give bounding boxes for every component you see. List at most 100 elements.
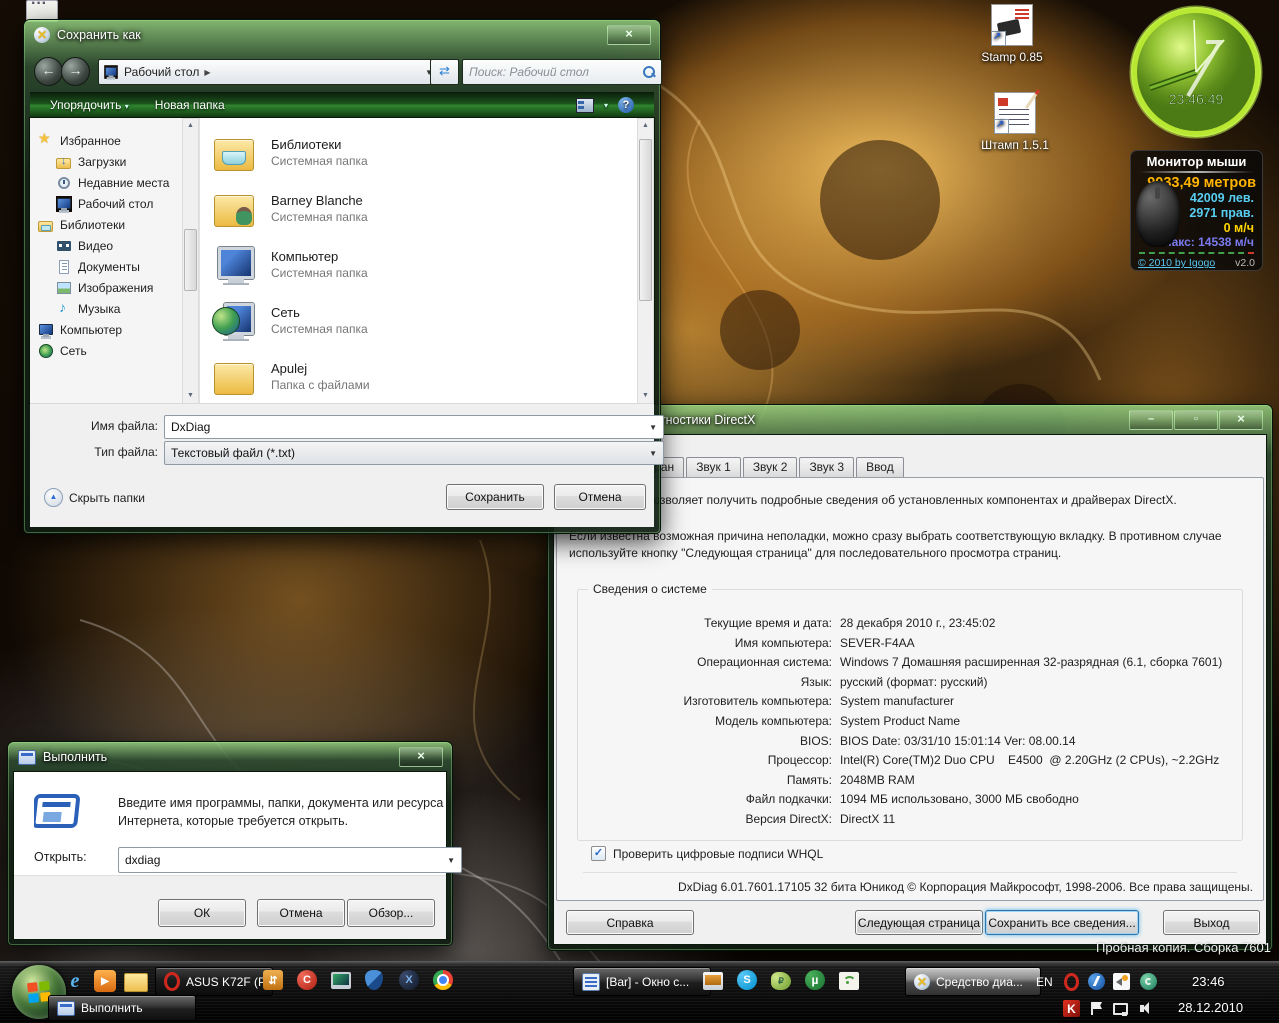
file-list-item[interactable]: Apulej Папка с файлами [200,348,637,404]
breadcrumb-arrow-icon[interactable]: ▶ [204,68,210,77]
maximize-button[interactable] [1174,410,1218,430]
sidebar-item[interactable]: Изображения [38,277,182,298]
whql-checkbox[interactable] [591,846,606,861]
desktop-icon-shtamp[interactable]: Штамп 1.5.1 [965,89,1065,152]
directx-icon[interactable]: X [399,970,419,990]
language-indicator[interactable]: EN [1036,975,1053,989]
scroll-up-icon[interactable]: ▲ [638,119,653,133]
taskbar-date[interactable]: 28.12.2010 [1178,1000,1243,1015]
tray-volume-mixer-icon[interactable] [1113,973,1130,990]
refresh-button[interactable] [430,59,459,85]
scroll-down-icon[interactable]: ▼ [638,389,653,403]
tray-kaspersky-icon[interactable]: K [1063,1000,1080,1017]
minimize-button[interactable] [1129,410,1173,430]
chrome-icon[interactable] [433,970,453,990]
mouse-monitor-gadget[interactable]: Монитор мыши 9033,49 метров 42009 лев. 2… [1130,150,1263,271]
row-value: System manufacturer [840,694,955,709]
organize-button[interactable]: Упорядочить ▾ [50,98,129,112]
forward-button[interactable] [61,57,90,86]
skype-icon[interactable]: S [737,970,757,990]
sidebar-item[interactable]: Документы [38,256,182,277]
tray-network-icon[interactable] [1111,1000,1128,1017]
run-dialog-titlebar[interactable]: Выполнить [8,742,452,772]
taskbar-button-asus[interactable]: ASUS K72F (Pe... [155,967,273,996]
divider [583,872,1237,873]
file-list-item[interactable]: Сеть Системная папка [200,292,637,348]
desktop-icon-stamp[interactable]: Stamp 0.85 [962,4,1062,64]
open-input[interactable]: dxdiag ▼ [118,847,462,873]
sidebar-item[interactable]: Библиотеки [38,214,182,235]
sidebar-item[interactable]: Недавние места [38,172,182,193]
file-list-scrollbar[interactable]: ▲ ▼ [637,118,654,404]
tray-action-center-icon[interactable] [1088,1000,1105,1017]
new-folder-button[interactable]: Новая папка [155,98,225,112]
save-button[interactable]: Сохранить [446,484,544,510]
sidebar-item[interactable]: Сеть [38,340,182,361]
wifi-utility-icon[interactable] [839,972,859,990]
tab[interactable]: Звук 3 [799,457,855,477]
sidebar-item[interactable]: Компьютер [38,319,182,340]
help-icon[interactable] [618,97,634,113]
next-page-button[interactable]: Следующая страница [855,910,983,935]
run-icon [57,1000,75,1016]
address-bar[interactable]: Рабочий стол ▶ ▼ [98,59,438,85]
file-type-select[interactable]: Текстовый файл (*.txt) ▼ [164,441,664,465]
views-dropdown-icon[interactable]: ▾ [604,101,608,110]
tab[interactable]: Звук 2 [742,457,798,477]
partial-desktop-icon[interactable] [26,0,58,22]
back-button[interactable] [34,57,63,86]
ok-button[interactable]: ОК [158,899,246,927]
row-label: Операционная система: [697,655,832,670]
taskbar-button-bar[interactable]: [Bar] - Окно с... [573,967,711,996]
media-player-icon[interactable]: ▶ [94,970,116,992]
clock-gadget[interactable]: 23:46:49 [1128,4,1264,140]
sidebar-item[interactable]: Загрузки [38,151,182,172]
close-button[interactable] [399,747,443,767]
file-item-type: Системная папка [271,209,368,224]
taskbar-button-dxdiag[interactable]: ✕ Средство диа... [905,967,1041,996]
close-button[interactable] [1219,410,1263,430]
ccleaner-icon[interactable]: C [297,970,317,990]
scroll-up-icon[interactable]: ▲ [183,119,198,133]
tab[interactable]: Звук 1 [686,457,741,477]
windows-trial-watermark: Пробная копия. Сборка 7601 [1096,940,1271,955]
utorrent-icon[interactable]: µ [805,970,825,990]
explorer-icon[interactable] [124,973,148,992]
taskbar-clock[interactable]: 23:46 [1192,974,1225,989]
tray-messenger-icon[interactable] [1088,973,1105,990]
money-app-icon[interactable]: ₽ [771,972,791,990]
sidebar-scrollbar[interactable]: ▲ ▼ [182,118,199,404]
tray-updater-icon[interactable] [1140,973,1157,990]
sidebar-item[interactable]: Видео [38,235,182,256]
sidebar-item[interactable]: Рабочий стол [38,193,182,214]
scroll-down-icon[interactable]: ▼ [183,389,198,403]
save-dialog-titlebar[interactable]: ✕ Сохранить как [24,20,660,50]
browse-button[interactable]: Обзор... [347,899,435,927]
exit-button[interactable]: Выход [1163,910,1260,935]
file-list-item[interactable]: Barney Blanche Системная папка [200,180,637,236]
views-icon[interactable] [575,97,594,113]
file-name-input[interactable]: DxDiag ▼ [164,415,664,439]
antivirus-shield-icon[interactable] [365,970,383,990]
save-all-info-button[interactable]: Сохранить все сведения... [985,910,1139,935]
tab[interactable]: Ввод [856,457,904,477]
hide-folders-button[interactable]: Скрыть папки [44,488,145,507]
internet-explorer-icon[interactable]: e [64,970,86,992]
gadget-copyright-link[interactable]: © 2010 by Igogo [1138,257,1215,269]
download-manager-icon[interactable]: ⇵ [263,970,283,990]
file-list-item[interactable]: Библиотеки Системная папка [200,124,637,180]
close-button[interactable] [607,25,651,45]
remote-desktop-icon[interactable] [703,972,723,990]
display-utility-icon[interactable] [331,972,351,989]
tray-opera-icon[interactable] [1064,972,1079,991]
cancel-button[interactable]: Отмена [554,484,646,510]
sidebar-item[interactable]: Музыка [38,298,182,319]
sidebar-item[interactable]: Избранное [38,130,182,151]
help-button[interactable]: Справка [566,910,694,935]
taskbar-button-run[interactable]: Выполнить [48,995,196,1021]
tray-volume-icon[interactable] [1138,1000,1155,1017]
cancel-button[interactable]: Отмена [257,899,345,927]
search-box[interactable]: Поиск: Рабочий стол [462,59,662,85]
file-list-item[interactable]: Компьютер Системная папка [200,236,637,292]
row-label: Текущие время и дата: [704,616,832,630]
